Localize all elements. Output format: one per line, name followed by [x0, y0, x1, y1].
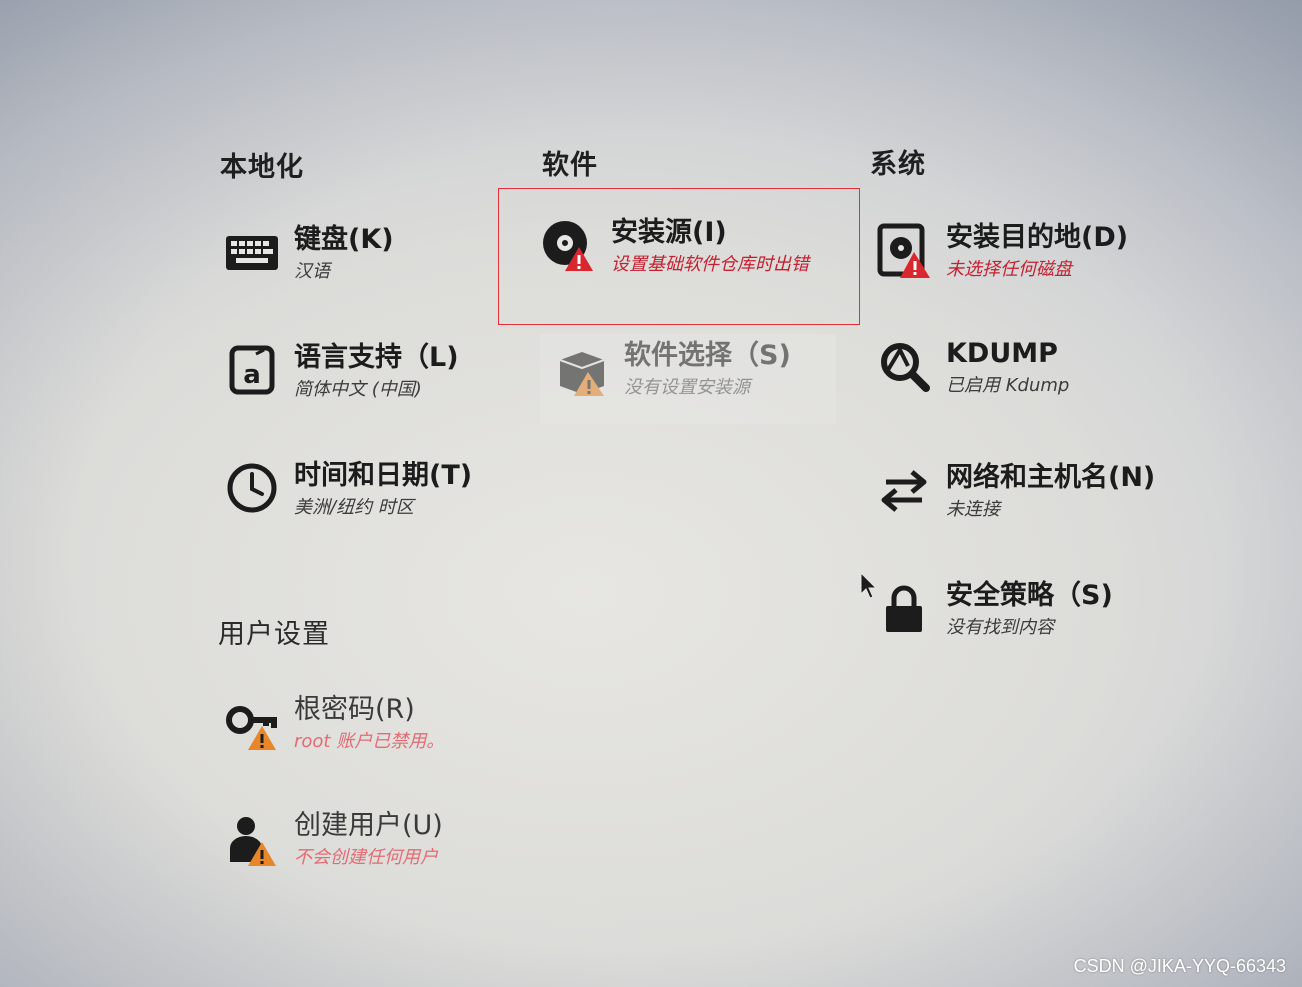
spoke-install-destination[interactable]: 安装目的地(D) 未选择任何磁盘: [864, 212, 1138, 292]
spoke-time-date[interactable]: 时间和日期(T) 美洲/纽约 时区: [212, 450, 482, 530]
spoke-create-user[interactable]: 创建用户(U) 不会创建任何用户: [212, 800, 453, 880]
section-title-software: 软件: [542, 150, 598, 181]
key-warning-icon: [222, 692, 282, 752]
spoke-title: 安装源(I): [611, 217, 727, 248]
spoke-language-support[interactable]: a 语言支持（L) 简体中文 (中国): [212, 332, 469, 412]
clock-icon: [222, 458, 282, 518]
package-warning-icon: [552, 338, 612, 398]
spoke-security-policy[interactable]: 安全策略（S) 没有找到内容: [864, 570, 1123, 650]
spoke-root-password[interactable]: 根密码(R) root 账户已禁用。: [212, 684, 454, 764]
section-title-user-settings: 用户设置: [218, 619, 330, 650]
section-title-system: 系统: [870, 149, 926, 180]
spoke-status: 已启用 Kdump: [946, 375, 1070, 396]
section-title-localization: 本地化: [220, 152, 304, 183]
spoke-title: 网络和主机名(N): [946, 462, 1156, 493]
spoke-kdump[interactable]: KDUMP 已启用 Kdump: [864, 328, 1079, 408]
spoke-title: 安装目的地(D): [946, 222, 1129, 253]
spoke-title: 语言支持（L): [294, 342, 459, 373]
disc-warning-icon: [539, 215, 599, 275]
spoke-title: 软件选择（S): [624, 340, 791, 371]
spoke-title: KDUMP: [946, 338, 1058, 369]
spoke-status: 美洲/纽约 时区: [294, 497, 414, 518]
spoke-status-error: 设置基础软件仓库时出错: [611, 254, 809, 275]
harddisk-warning-icon: [874, 220, 934, 280]
network-arrows-icon: [874, 460, 934, 520]
spoke-status: 没有找到内容: [946, 617, 1054, 638]
svg-text:a: a: [243, 360, 261, 390]
spoke-title: 键盘(K): [294, 224, 394, 255]
spoke-install-source[interactable]: 安装源(I) 设置基础软件仓库时出错: [498, 188, 860, 325]
spoke-status: 汉语: [294, 261, 330, 282]
spoke-status: 未连接: [946, 499, 1000, 520]
watermark: CSDN @JIKA-YYQ-66343: [1073, 956, 1286, 976]
spoke-title: 安全策略（S): [946, 580, 1113, 611]
spoke-status: root 账户已禁用。: [294, 731, 445, 752]
spoke-status: 不会创建任何用户: [294, 847, 438, 868]
spoke-keyboard[interactable]: 键盘(K) 汉语: [212, 214, 404, 294]
spoke-title: 根密码(R): [294, 694, 415, 725]
lock-icon: [874, 578, 934, 638]
spoke-software-selection[interactable]: 软件选择（S) 没有设置安装源: [540, 334, 836, 424]
kdump-search-icon: [874, 336, 934, 396]
spoke-status-error: 未选择任何磁盘: [946, 259, 1072, 280]
spoke-title: 时间和日期(T): [294, 460, 473, 491]
language-icon: a: [222, 340, 282, 400]
spoke-status: 没有设置安装源: [624, 377, 750, 398]
user-warning-icon: [222, 808, 282, 868]
spoke-network-hostname[interactable]: 网络和主机名(N) 未连接: [864, 452, 1165, 532]
spoke-title: 创建用户(U): [294, 810, 443, 841]
keyboard-icon: [222, 222, 282, 282]
mouse-cursor-icon: [860, 572, 878, 599]
spoke-status: 简体中文 (中国): [294, 379, 422, 400]
